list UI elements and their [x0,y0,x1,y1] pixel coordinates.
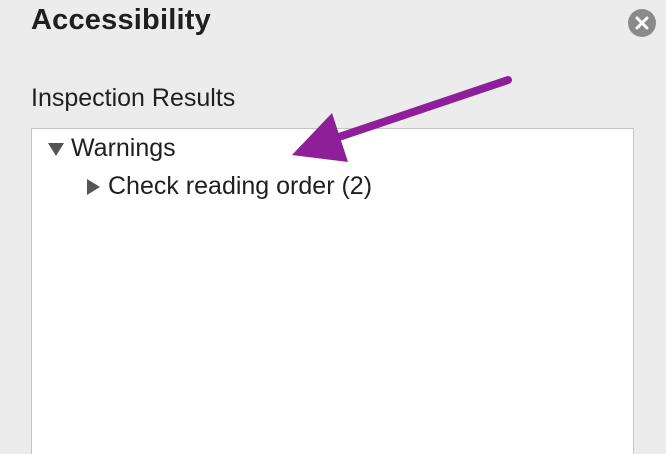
pane-title: Accessibility [31,4,211,36]
inspection-results-label: Inspection Results [31,84,236,112]
inspection-results-list[interactable]: Warnings Check reading order (2) [31,128,634,454]
close-button[interactable] [628,9,656,37]
accessibility-pane: Accessibility Inspection Results Warning… [0,0,666,454]
tree-item-label: Warnings [71,134,176,162]
tree-item-label: Check reading order (2) [108,172,373,200]
tree-item-check-reading-order[interactable]: Check reading order (2) [84,172,372,201]
disclosure-collapsed-icon[interactable] [84,178,102,196]
tree-item-warnings[interactable]: Warnings [47,134,176,163]
close-icon [635,16,649,30]
disclosure-expanded-icon[interactable] [47,140,65,158]
